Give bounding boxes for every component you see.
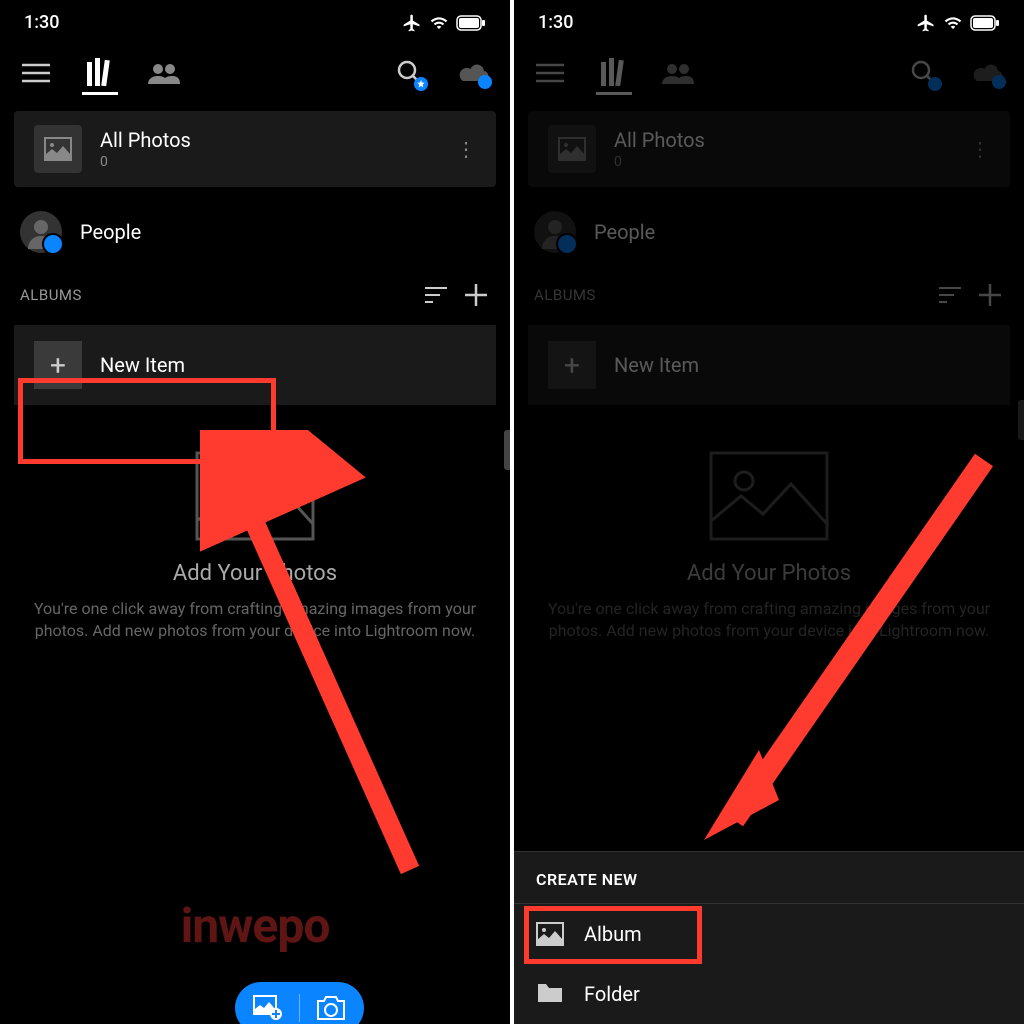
battery-icon [456,15,486,31]
plus-icon: + [34,341,82,389]
create-new-sheet: CREATE NEW Album Folder [514,851,1024,1024]
status-time: 1:30 [538,12,573,33]
sort-icon [936,281,964,309]
new-item-button: + New Item [528,325,1010,405]
folder-icon [536,982,564,1006]
library-tab-icon[interactable] [82,59,118,95]
people-title: People [80,220,141,244]
people-tab-icon[interactable] [146,55,182,91]
menu-icon [532,55,568,91]
image-icon [548,125,596,173]
airplane-icon [916,13,936,33]
album-label: Album [584,922,642,946]
sort-icon[interactable] [422,281,450,309]
albums-section-header: ALBUMS [514,271,1024,319]
empty-image-icon [195,451,315,541]
wifi-icon [942,14,964,32]
empty-image-icon [709,451,829,541]
all-photos-item[interactable]: All Photos 0 ⋮ [14,111,496,187]
album-icon [536,922,564,946]
search-icon[interactable] [392,55,428,91]
empty-text: You're one click away from crafting amaz… [30,598,480,643]
empty-state: Add Your Photos You're one click away fr… [0,411,510,663]
people-avatar-icon [20,211,62,253]
people-item[interactable]: People [0,193,510,271]
menu-icon[interactable] [18,55,54,91]
folder-label: Folder [584,982,640,1006]
create-album-button[interactable]: Album [514,904,1024,964]
people-avatar-icon [534,211,576,253]
empty-title: Add Your Photos [544,561,994,586]
all-photos-count: 0 [100,154,438,170]
all-photos-item: All Photos 0 ⋮ [528,111,1010,187]
create-folder-button[interactable]: Folder [514,964,1024,1024]
wifi-icon [428,14,450,32]
top-nav [514,41,1024,105]
all-photos-title: All Photos [614,128,952,152]
cloud-icon [970,55,1006,91]
status-time: 1:30 [24,12,59,33]
airplane-icon [402,13,422,33]
add-icon[interactable] [462,281,490,309]
scroll-handle[interactable] [504,430,510,470]
all-photos-count: 0 [614,154,952,170]
cloud-icon[interactable] [456,55,492,91]
new-item-label: New Item [100,353,185,377]
status-bar: 1:30 [0,0,510,41]
add-icon [976,281,1004,309]
search-icon [906,55,942,91]
plus-icon: + [548,341,596,389]
sheet-header: CREATE NEW [514,852,1024,904]
new-item-button[interactable]: + New Item [14,325,496,405]
fab-button[interactable] [235,982,364,1024]
add-image-icon [253,995,283,1021]
people-tab-icon [660,55,696,91]
more-icon: ⋮ [970,137,990,161]
status-icons [402,13,486,33]
people-item: People [514,193,1024,271]
albums-section-header: ALBUMS [0,271,510,319]
phone-screen-right: 1:30 [514,0,1024,1024]
albums-label: ALBUMS [20,286,410,304]
empty-state: Add Your Photos You're one click away fr… [514,411,1024,663]
watermark: inwepo [181,897,330,954]
empty-text: You're one click away from crafting amaz… [544,598,994,643]
phone-screen-left: 1:30 All Photos [0,0,510,1024]
more-icon[interactable]: ⋮ [456,137,476,161]
people-title: People [594,220,655,244]
library-tab-icon [596,59,632,95]
albums-label: ALBUMS [534,286,924,304]
camera-icon [316,995,346,1021]
status-bar: 1:30 [514,0,1024,41]
top-nav [0,41,510,105]
image-icon [34,125,82,173]
battery-icon [970,15,1000,31]
new-item-label: New Item [614,353,699,377]
empty-title: Add Your Photos [30,561,480,586]
scroll-handle [1018,400,1024,440]
all-photos-title: All Photos [100,128,438,152]
status-icons [916,13,1000,33]
